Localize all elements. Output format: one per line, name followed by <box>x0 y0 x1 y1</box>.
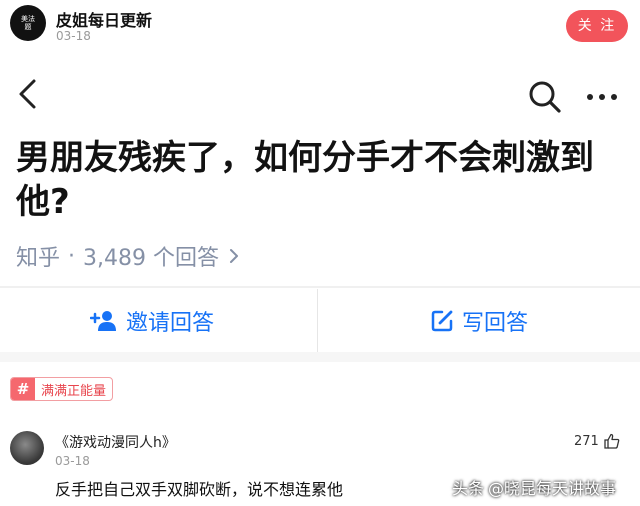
topic-tag[interactable]: # 满满正能量 <box>10 377 114 401</box>
answer-count: 3,489 个回答 <box>83 246 219 271</box>
embedded-screenshot: 男朋友残疾了，如何分手才不会刺激到他? 知乎 · 3,489 个回答 邀请回答 … <box>0 52 640 352</box>
action-bar: 邀请回答 写回答 <box>0 289 640 352</box>
invite-answer-button[interactable]: 邀请回答 <box>90 289 214 352</box>
post-date: 03-18 <box>56 29 91 43</box>
author-name[interactable]: 皮姐每日更新 <box>56 7 152 31</box>
meta-source: 知乎 <box>16 246 61 271</box>
follow-button[interactable]: 关 注 <box>566 10 628 42</box>
comment-text: 反手把自己双手双脚砍断，说不想连累他 <box>55 480 344 499</box>
edit-icon <box>431 310 453 331</box>
meta-separator: · <box>68 243 76 269</box>
thumbs-up-icon <box>604 433 620 449</box>
comment-date: 03-18 <box>55 454 90 468</box>
like-button[interactable]: 271 <box>574 433 620 449</box>
search-icon[interactable] <box>528 80 562 114</box>
more-icon[interactable] <box>585 90 619 104</box>
author-avatar[interactable]: 美法题 <box>10 5 46 41</box>
watermark: 头条 @晓昆每天讲故事 <box>452 475 616 499</box>
avatar-logo-text: 美法题 <box>21 15 35 31</box>
back-icon[interactable] <box>16 78 42 110</box>
watermark-handle: @晓昆每天讲故事 <box>488 479 617 498</box>
add-person-icon <box>90 310 116 331</box>
commenter-name[interactable]: 《游戏动漫同人h》 <box>55 432 176 452</box>
watermark-platform: 头条 <box>452 479 485 498</box>
invite-answer-label: 邀请回答 <box>126 310 215 336</box>
chevron-right-icon <box>230 249 238 263</box>
commenter-avatar[interactable] <box>10 431 44 465</box>
hashtag-icon: # <box>11 378 35 400</box>
write-answer-label: 写回答 <box>462 310 529 336</box>
post-header: 美法题 皮姐每日更新 03-18 关 注 <box>0 0 640 52</box>
topic-tag-label: 满满正能量 <box>41 383 107 399</box>
section-separator <box>0 352 640 362</box>
question-title[interactable]: 男朋友残疾了，如何分手才不会刺激到他? <box>16 136 616 224</box>
write-answer-button[interactable]: 写回答 <box>430 289 528 352</box>
like-count: 271 <box>574 433 599 449</box>
divider <box>0 286 640 288</box>
question-meta[interactable]: 知乎 · 3,489 个回答 <box>16 240 241 272</box>
action-divider <box>317 289 318 352</box>
